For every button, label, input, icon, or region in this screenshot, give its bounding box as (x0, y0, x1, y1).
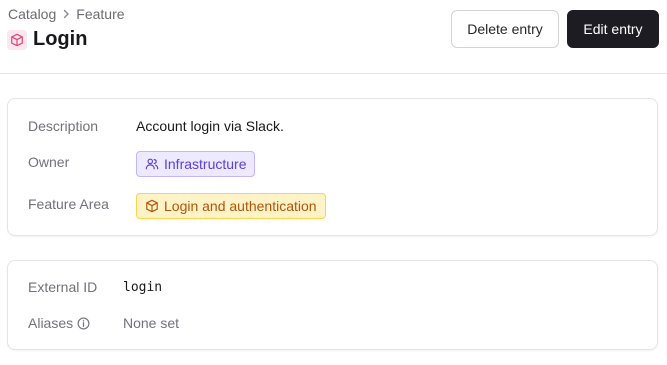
breadcrumb-item-feature[interactable]: Feature (76, 6, 124, 22)
feature-area-label: Feature Area (28, 196, 109, 212)
external-id-value: login (123, 280, 163, 295)
edit-entry-button[interactable]: Edit entry (567, 10, 659, 48)
cube-icon (145, 199, 159, 213)
delete-entry-button[interactable]: Delete entry (451, 10, 559, 48)
breadcrumb: Catalog Feature (8, 6, 125, 22)
description-value: Account login via Slack. (136, 118, 284, 134)
page-header: Catalog Feature Login Delete entry Edit … (0, 0, 667, 74)
description-label: Description (28, 118, 99, 134)
owner-label: Owner (28, 154, 70, 170)
info-icon[interactable] (77, 317, 90, 330)
aliases-label: Aliases (28, 315, 90, 331)
breadcrumb-item-catalog[interactable]: Catalog (8, 6, 56, 22)
page-title-row: Login (7, 28, 87, 51)
chevron-right-icon (60, 8, 72, 20)
users-icon (145, 157, 159, 171)
details-card: Description Account login via Slack. Own… (7, 98, 658, 236)
feature-area-badge[interactable]: Login and authentication (136, 193, 326, 219)
owner-badge[interactable]: Infrastructure (136, 151, 256, 177)
aliases-value: None set (123, 315, 180, 331)
page-title: Login (33, 28, 88, 50)
identifiers-card: External ID login Aliases None set (7, 260, 658, 350)
cube-icon (7, 29, 27, 50)
aliases-label-text: Aliases (28, 315, 74, 331)
feature-area-value: Login and authentication (164, 198, 317, 214)
external-id-label: External ID (28, 279, 98, 295)
owner-value: Infrastructure (164, 156, 247, 172)
